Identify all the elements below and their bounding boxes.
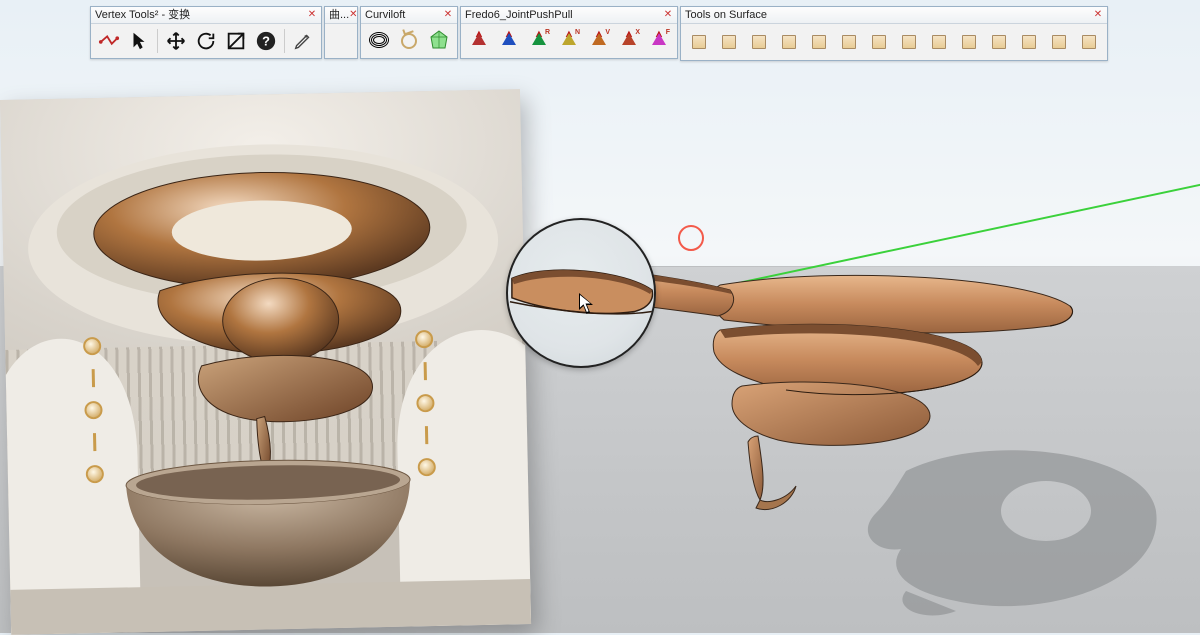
- toolbar-title-vertex[interactable]: Vertex Tools² - 变换 ✕: [91, 7, 321, 24]
- select-arrow-icon[interactable]: [125, 27, 153, 55]
- move-icon[interactable]: [162, 27, 190, 55]
- magnifier-lens: [506, 218, 656, 368]
- loop-loft-icon[interactable]: [395, 27, 423, 55]
- toolbar-title-curviloft[interactable]: Curviloft ✕: [361, 7, 457, 24]
- tos-tool-5-icon[interactable]: [809, 32, 829, 52]
- tos-tool-3-icon[interactable]: [749, 32, 769, 52]
- tos-tool-2-icon[interactable]: [719, 32, 739, 52]
- close-icon[interactable]: ✕: [663, 10, 673, 20]
- tos-tool-13-icon[interactable]: [1049, 32, 1069, 52]
- tos-tool-11-icon[interactable]: [989, 32, 1009, 52]
- tos-tool-10-icon[interactable]: [959, 32, 979, 52]
- help-icon[interactable]: ?: [252, 27, 280, 55]
- toolbar-vertex-tools: Vertex Tools² - 变换 ✕ ?: [90, 6, 322, 59]
- toolbar-title-label: Vertex Tools² - 变换: [95, 8, 190, 22]
- tos-tool-7-icon[interactable]: [869, 32, 889, 52]
- close-icon[interactable]: ✕: [349, 10, 357, 20]
- jpp-round-icon[interactable]: ▲: [495, 27, 523, 55]
- toolbar-title-label: Curviloft: [365, 8, 405, 22]
- sconce-right: [415, 330, 436, 476]
- tos-tool-8-icon[interactable]: [899, 32, 919, 52]
- separator: [284, 29, 285, 53]
- toolbar-title-label: 曲...: [329, 8, 349, 22]
- toolbar-title-qu[interactable]: 曲... ✕: [325, 7, 357, 24]
- toolbar-title-jpp[interactable]: Fredo6_JointPushPull ✕: [461, 7, 677, 24]
- svg-text:?: ?: [262, 34, 270, 49]
- tos-tool-12-icon[interactable]: [1019, 32, 1039, 52]
- tos-tool-6-icon[interactable]: [839, 32, 859, 52]
- scale-icon[interactable]: [222, 27, 250, 55]
- viewport-3d[interactable]: [0, 0, 1200, 633]
- close-icon[interactable]: ✕: [443, 10, 453, 20]
- reference-photo-panel[interactable]: [0, 89, 531, 635]
- jpp-extrude-icon[interactable]: ▲V: [585, 27, 613, 55]
- toolbar-tools-on-surface: Tools on Surface ✕: [680, 6, 1108, 61]
- toolbar-curviloft: Curviloft ✕: [360, 6, 458, 59]
- close-icon[interactable]: ✕: [307, 10, 317, 20]
- separator: [157, 29, 158, 53]
- toolbar-qu: 曲... ✕: [324, 6, 358, 59]
- jpp-joint-icon[interactable]: ▲: [465, 27, 493, 55]
- toolbar-title-label: Fredo6_JointPushPull: [465, 8, 573, 22]
- nested-ellipse-icon[interactable]: [365, 27, 393, 55]
- tos-tool-14-icon[interactable]: [1079, 32, 1099, 52]
- pencil-edit-icon[interactable]: [289, 27, 317, 55]
- jpp-custom-icon[interactable]: ▲F: [645, 27, 673, 55]
- close-icon[interactable]: ✕: [1093, 10, 1103, 20]
- arrow-cursor-icon: [578, 292, 596, 316]
- jpp-vector-icon[interactable]: ▲R: [525, 27, 553, 55]
- toolbar-jointpushpull: Fredo6_JointPushPull ✕ ▲▲▲R▲N▲V▲X▲F: [460, 6, 678, 59]
- rotate-icon[interactable]: [192, 27, 220, 55]
- sconce-left: [83, 337, 104, 483]
- polyline-icon[interactable]: [95, 27, 123, 55]
- toolbar-title-tos[interactable]: Tools on Surface ✕: [681, 7, 1107, 24]
- skin-crystal-icon[interactable]: [425, 27, 453, 55]
- bowl-graphic: [123, 455, 416, 594]
- tos-tool-9-icon[interactable]: [929, 32, 949, 52]
- jpp-normal-icon[interactable]: ▲N: [555, 27, 583, 55]
- jpp-follow-icon[interactable]: ▲X: [615, 27, 643, 55]
- toolbar-row: Vertex Tools² - 变换 ✕ ?: [90, 6, 1110, 61]
- toolbar-title-label: Tools on Surface: [685, 8, 767, 22]
- tos-tool-1-icon[interactable]: [689, 32, 709, 52]
- tos-tool-4-icon[interactable]: [779, 32, 799, 52]
